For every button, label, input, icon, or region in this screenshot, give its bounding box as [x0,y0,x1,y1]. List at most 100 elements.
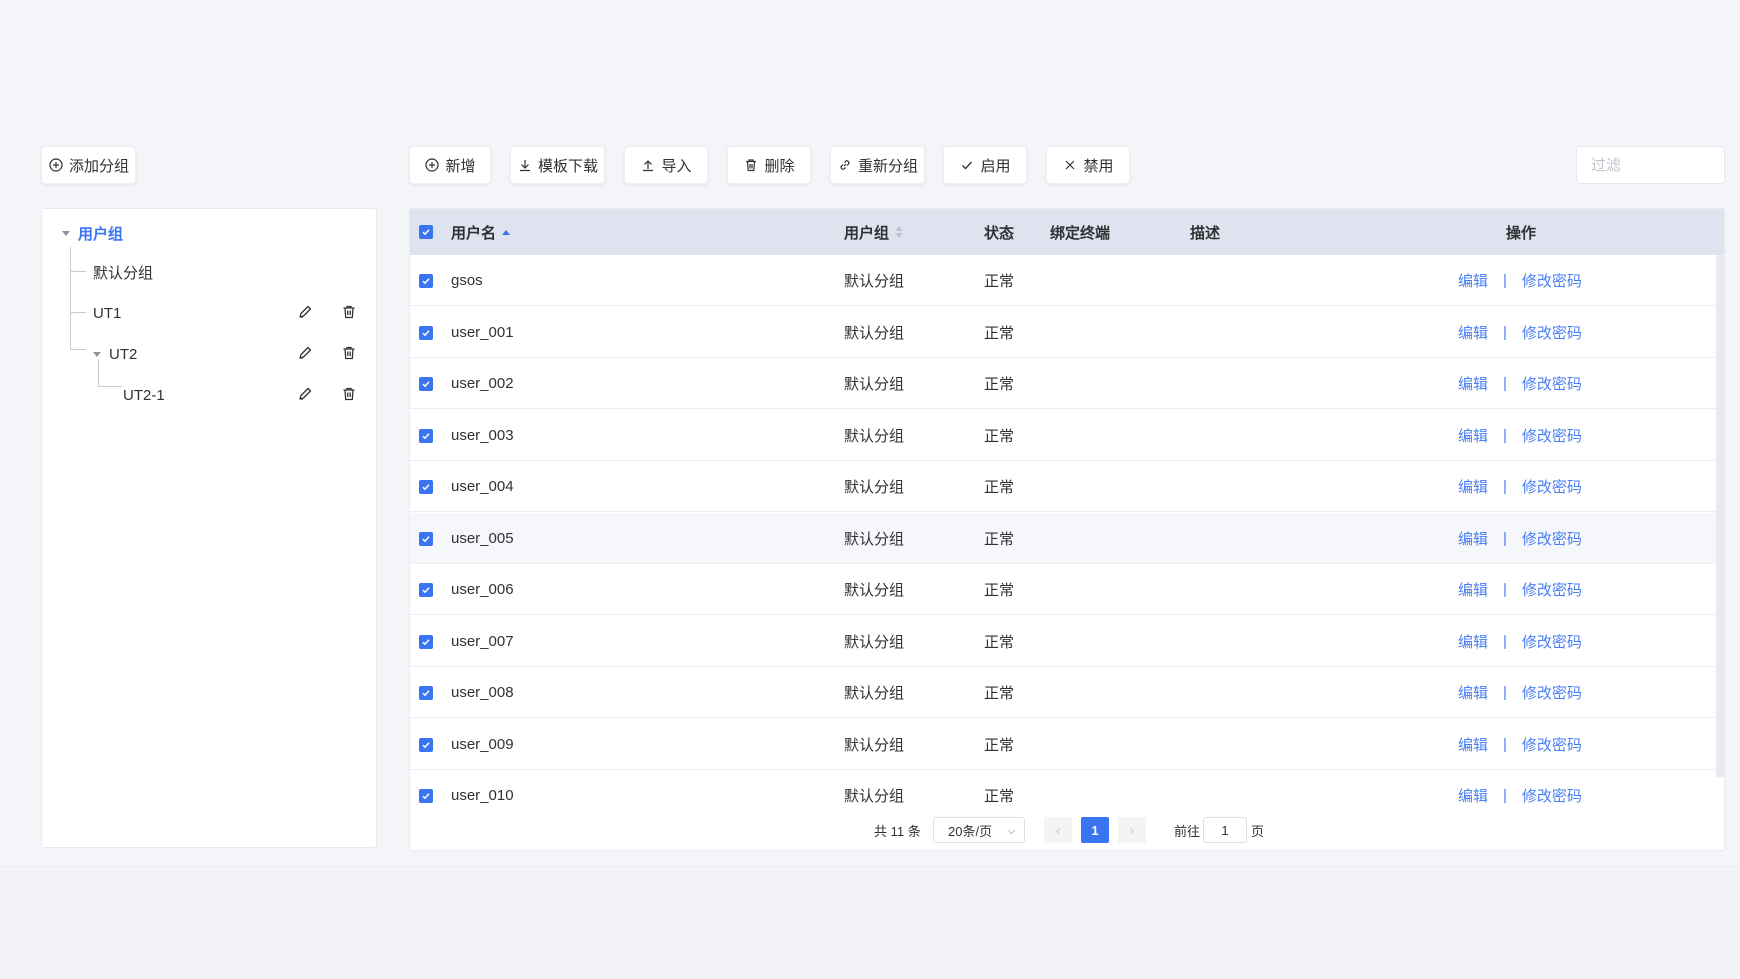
edit-link[interactable]: 编辑 [1458,734,1488,755]
row-checkbox[interactable] [419,358,433,409]
checkbox-checked[interactable] [419,634,433,649]
action-separator: | [1503,375,1507,392]
change-password-link[interactable]: 修改密码 [1522,734,1582,755]
tree-node-label: UT2 [109,345,138,363]
row-checkbox[interactable] [419,616,433,667]
enable-button[interactable]: 启用 [943,146,1027,184]
download-icon [517,157,533,173]
row-checkbox[interactable] [419,410,433,461]
cell-status: 正常 [984,479,1015,496]
checkbox-checked[interactable] [419,582,433,597]
sort-icon[interactable] [895,226,904,238]
checkbox-checked[interactable] [419,428,433,443]
table-row[interactable]: user_007 默认分组 正常 编辑 | 修改密码 [410,616,1716,667]
change-password-link[interactable]: 修改密码 [1522,682,1582,703]
edit-link[interactable]: 编辑 [1458,682,1488,703]
change-password-link[interactable]: 修改密码 [1522,476,1582,497]
checkbox-checked[interactable] [419,273,433,288]
edit-icon[interactable] [294,342,316,364]
sort-ascending-icon[interactable] [502,229,511,235]
column-header-bound-terminal: 绑定终端 [1050,209,1110,255]
edit-link[interactable]: 编辑 [1458,528,1488,549]
checkbox-checked[interactable] [419,325,433,340]
table-row[interactable]: user_004 默认分组 正常 编辑 | 修改密码 [410,461,1716,512]
tree-node-ut2-1[interactable]: UT2-1 [123,383,165,407]
cell-username: user_001 [451,324,514,341]
add-button[interactable]: 新增 [409,146,491,184]
change-password-link[interactable]: 修改密码 [1522,579,1582,600]
cell-actions: 编辑 | 修改密码 [1458,564,1582,615]
row-checkbox[interactable] [419,770,433,805]
table-row[interactable]: user_005 默认分组 正常 编辑 | 修改密码 [410,513,1716,564]
table-row[interactable]: user_001 默认分组 正常 编辑 | 修改密码 [410,307,1716,358]
add-group-button[interactable]: 添加分组 [41,146,136,184]
edit-link[interactable]: 编辑 [1458,322,1488,343]
regroup-button[interactable]: 重新分组 [830,146,925,184]
checkbox-checked[interactable] [419,685,433,700]
checkbox-checked[interactable] [419,531,433,546]
cell-status: 正常 [984,273,1015,290]
edit-link[interactable]: 编辑 [1458,270,1488,291]
edit-link[interactable]: 编辑 [1458,579,1488,600]
edit-link[interactable]: 编辑 [1458,631,1488,652]
tree-node-ut1[interactable]: UT1 [93,301,121,325]
checkbox-checked[interactable] [419,737,433,752]
change-password-link[interactable]: 修改密码 [1522,270,1582,291]
table-row[interactable]: user_003 默认分组 正常 编辑 | 修改密码 [410,410,1716,461]
page-number-current[interactable]: 1 [1081,817,1109,843]
column-header-username[interactable]: 用户名 [451,209,511,255]
prev-page-button[interactable]: ‹ [1044,817,1072,843]
row-checkbox[interactable] [419,513,433,564]
delete-icon[interactable] [338,342,360,364]
change-password-link[interactable]: 修改密码 [1522,425,1582,446]
checkbox-checked[interactable] [419,225,433,239]
change-password-link[interactable]: 修改密码 [1522,373,1582,394]
change-password-link[interactable]: 修改密码 [1522,631,1582,652]
edit-icon[interactable] [294,301,316,323]
table-row[interactable]: user_008 默认分组 正常 编辑 | 修改密码 [410,667,1716,718]
group-tree-panel: 用户组 默认分组 UT1 UT2 UT2-1 [41,208,377,848]
tree-node-label: 默认分组 [93,264,154,282]
checkbox-checked[interactable] [419,788,433,803]
column-header-group[interactable]: 用户组 [844,209,904,255]
next-page-button[interactable]: › [1118,817,1146,843]
page-size-select[interactable]: 20条/页 [933,817,1025,843]
cell-actions: 编辑 | 修改密码 [1458,667,1582,718]
row-checkbox[interactable] [419,255,433,306]
select-all-checkbox[interactable] [419,209,433,255]
tree-node-ut2[interactable]: UT2 [93,342,137,366]
checkbox-checked[interactable] [419,376,433,391]
table-row[interactable]: gsos 默认分组 正常 编辑 | 修改密码 [410,255,1716,306]
template-download-button[interactable]: 模板下载 [510,146,605,184]
tree-connector [70,349,86,350]
disable-button[interactable]: 禁用 [1046,146,1130,184]
delete-icon[interactable] [338,383,360,405]
import-button[interactable]: 导入 [624,146,708,184]
row-checkbox[interactable] [419,719,433,770]
row-checkbox[interactable] [419,667,433,718]
edit-link[interactable]: 编辑 [1458,785,1488,805]
tree-node-default-group[interactable]: 默认分组 [93,260,153,284]
change-password-link[interactable]: 修改密码 [1522,785,1582,805]
tree-node-root[interactable]: 用户组 [62,221,123,245]
row-checkbox[interactable] [419,461,433,512]
filter-input[interactable] [1576,146,1725,184]
table-row[interactable]: user_002 默认分组 正常 编辑 | 修改密码 [410,358,1716,409]
row-checkbox[interactable] [419,307,433,358]
delete-icon[interactable] [338,301,360,323]
table-row[interactable]: user_010 默认分组 正常 编辑 | 修改密码 [410,770,1716,805]
chevron-down-icon [1007,823,1016,838]
table-row[interactable]: user_009 默认分组 正常 编辑 | 修改密码 [410,719,1716,770]
delete-button[interactable]: 删除 [727,146,811,184]
table-row[interactable]: user_006 默认分组 正常 编辑 | 修改密码 [410,564,1716,615]
goto-page-input[interactable] [1203,817,1247,843]
checkbox-checked[interactable] [419,479,433,494]
row-checkbox[interactable] [419,564,433,615]
edit-icon[interactable] [294,383,316,405]
change-password-link[interactable]: 修改密码 [1522,322,1582,343]
edit-link[interactable]: 编辑 [1458,476,1488,497]
edit-link[interactable]: 编辑 [1458,425,1488,446]
vertical-scrollbar[interactable] [1716,255,1724,778]
edit-link[interactable]: 编辑 [1458,373,1488,394]
change-password-link[interactable]: 修改密码 [1522,528,1582,549]
